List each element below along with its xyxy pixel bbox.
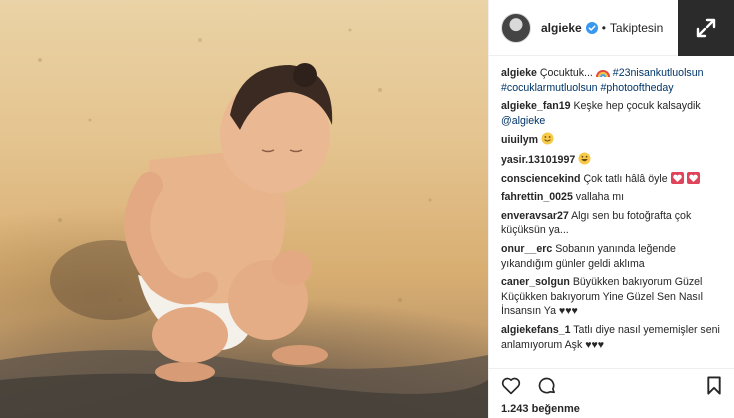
comment-text: Keşke hep çocuk kalsaydik xyxy=(573,100,701,113)
comment-icon[interactable] xyxy=(537,376,557,396)
comment-item: onur__erc Sobanın yanında leğende yıkand… xyxy=(501,242,727,271)
comment-author[interactable]: onur__erc xyxy=(501,243,552,255)
comment-author[interactable]: caner_solgun xyxy=(501,276,570,288)
heart-eyes-emoji-icon xyxy=(686,171,700,184)
smile-emoji-icon xyxy=(541,132,554,145)
comment-item: yasir.13101997 xyxy=(501,152,727,168)
comment-item: algieke_fan19 Keşke hep çocuk kalsaydik … xyxy=(501,99,727,128)
caption-author[interactable]: algieke xyxy=(501,67,537,79)
expand-icon xyxy=(696,18,716,38)
header-separator: • xyxy=(601,20,606,35)
comment-item: caner_solgun Büyükken bakıyorum Güzel Kü… xyxy=(501,275,727,319)
child-on-beach-illustration xyxy=(0,28,488,418)
grin-emoji-icon xyxy=(578,152,591,165)
comment-author[interactable]: enveravsar27 xyxy=(501,210,569,222)
likes-count[interactable]: 1.243 beğenme xyxy=(501,403,580,415)
post-photo[interactable] xyxy=(0,0,488,418)
post-username[interactable]: algieke xyxy=(541,21,582,35)
post-actions xyxy=(501,376,557,396)
likes-number: 1.243 xyxy=(501,403,529,415)
comment-item: fahrettin_0025 vallaha mı xyxy=(501,190,727,205)
comment-item: algiekefans_1 Tatlı diye nasıl yememişle… xyxy=(501,323,727,352)
comment-author[interactable]: consciencekind xyxy=(501,173,580,185)
avatar[interactable] xyxy=(501,12,531,43)
post-sidebar: algieke • Takiptesin algieke Çocuktuk...… xyxy=(488,0,734,418)
comment-item: enveravsar27 Algı sen bu fotoğrafta çok … xyxy=(501,209,727,238)
comment-author[interactable]: yasir.13101997 xyxy=(501,154,575,166)
verified-badge-icon xyxy=(585,21,598,34)
comment-author[interactable]: algiekefans_1 xyxy=(501,324,571,336)
caption-hashtag[interactable]: #23nisankutluolsun xyxy=(613,67,704,79)
caption-hashtag[interactable]: #cocuklarmutluolsun #photooftheday xyxy=(501,82,674,94)
comments-list: algieke Çocuktuk... #23nisankutluolsun #… xyxy=(501,66,727,356)
follow-state-button[interactable]: Takiptesin xyxy=(610,21,663,35)
comment-text: Çok tatlı hâlâ öyle xyxy=(583,172,668,185)
comment-text: vallaha mı xyxy=(575,191,625,204)
caption-text: Çocuktuk... xyxy=(539,67,593,79)
actions-divider xyxy=(489,368,734,369)
rainbow-emoji-icon xyxy=(595,70,610,78)
comment-mention[interactable]: @algieke xyxy=(501,115,545,127)
comment-item: uiuilym xyxy=(501,132,727,148)
comment-author[interactable]: fahrettin_0025 xyxy=(501,191,573,203)
bookmark-icon[interactable] xyxy=(706,376,722,395)
comment-author[interactable]: algieke_fan19 xyxy=(501,100,571,112)
expand-button[interactable] xyxy=(678,0,734,56)
likes-label: beğenme xyxy=(531,403,580,415)
heart-icon[interactable] xyxy=(501,376,521,395)
comment-author[interactable]: uiuilym xyxy=(501,134,538,146)
comment-item: consciencekind Çok tatlı hâlâ öyle xyxy=(501,171,727,187)
caption: algieke Çocuktuk... #23nisankutluolsun #… xyxy=(501,66,727,95)
heart-eyes-emoji-icon xyxy=(670,171,684,184)
